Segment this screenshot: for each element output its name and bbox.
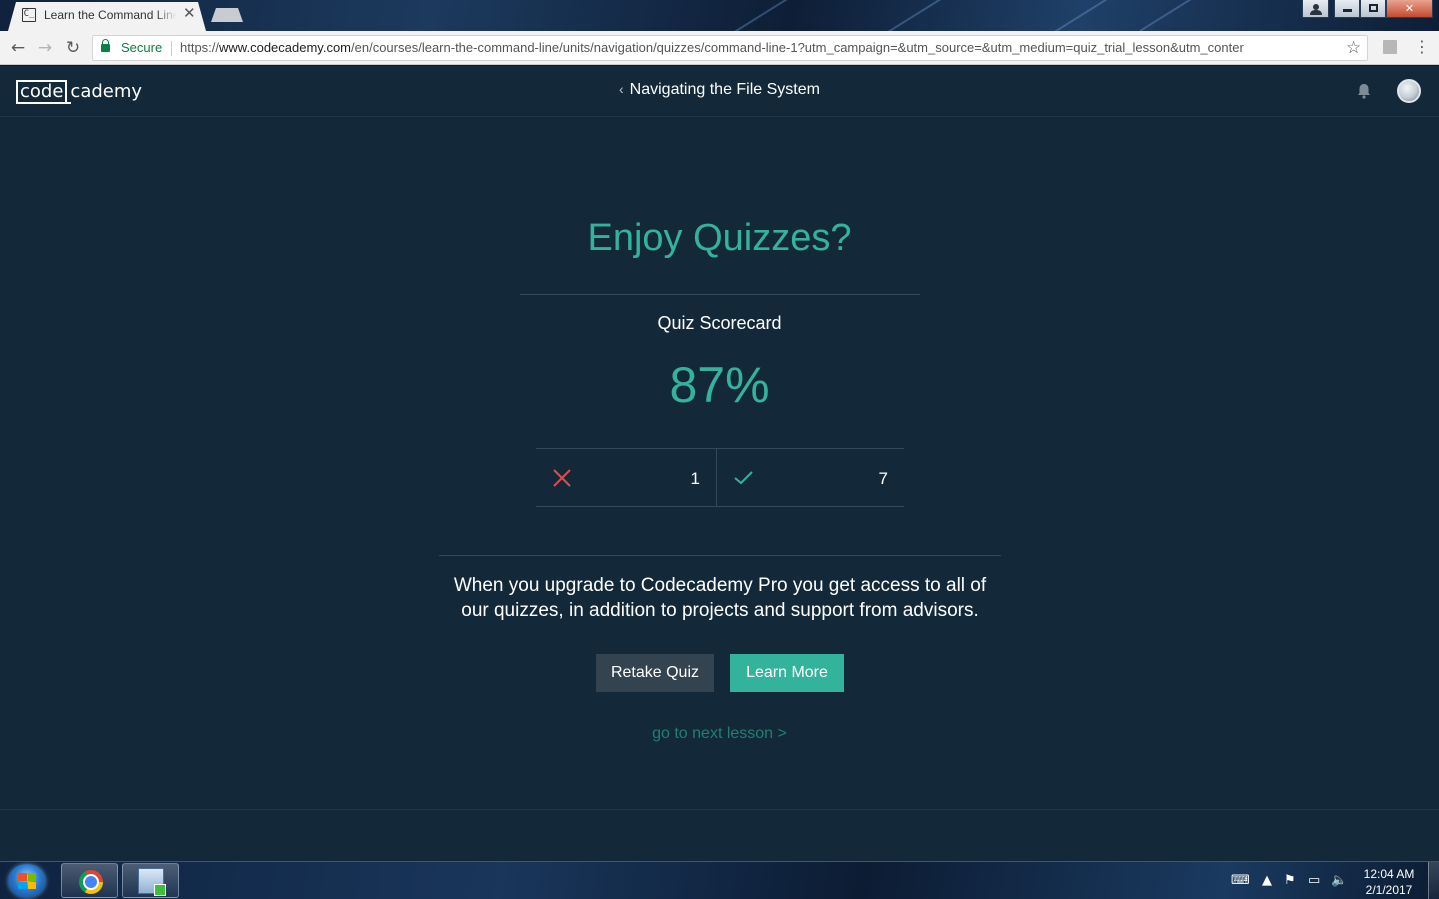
network-icon[interactable]: ▭ <box>1308 874 1320 888</box>
clock-time: 12:04 AM <box>1363 867 1415 881</box>
clock-date: 2/1/2017 <box>1365 883 1413 897</box>
chevron-left-icon: ‹ <box>619 81 624 97</box>
browser-titlebar: C_ Learn the Command Line ✕ ✕ <box>0 0 1439 31</box>
taskbar-app-button[interactable] <box>122 863 179 898</box>
lock-icon <box>101 39 110 52</box>
notification-bell-icon[interactable] <box>1357 83 1371 99</box>
back-button[interactable]: ← <box>7 37 29 59</box>
wrong-answers-cell: 1 <box>536 449 717 506</box>
system-clock[interactable]: 12:04 AM 2/1/2017 <box>1356 866 1422 898</box>
windows-taskbar: ⌨ ▲ ⚑ ▭ 🔈 12:04 AM 2/1/2017 <box>0 861 1439 899</box>
windows-logo-icon <box>18 873 36 889</box>
new-tab-button[interactable] <box>211 8 243 22</box>
wrong-answers-count: 1 <box>690 469 700 488</box>
breadcrumb-title: Navigating the File System <box>629 81 820 98</box>
close-icon: ✕ <box>1404 2 1415 15</box>
arrow-left-icon: ← <box>10 38 26 58</box>
browser-toolbar: ← → ↻ Secure https://www.codecademy.com/… <box>0 31 1439 65</box>
quiz-result-panel: Enjoy Quizzes? Quiz Scorecard 87% 1 7 Wh… <box>0 117 1439 809</box>
forward-button[interactable]: → <box>34 37 56 59</box>
minimize-button[interactable] <box>1334 0 1360 18</box>
remote-app-icon <box>138 868 166 896</box>
user-profile-button[interactable] <box>1302 0 1329 18</box>
correct-answers-count: 7 <box>878 469 888 488</box>
correct-answers-cell: 7 <box>718 449 904 506</box>
minimize-icon <box>1342 9 1352 12</box>
user-icon <box>1309 4 1322 15</box>
codecademy-favicon-icon: C_ <box>22 8 36 22</box>
lesson-breadcrumb[interactable]: ‹ Navigating the File System <box>0 81 1439 99</box>
keyboard-icon[interactable]: ⌨ <box>1231 874 1250 888</box>
action-center-flag-icon[interactable]: ⚑ <box>1284 874 1296 888</box>
url-host: www.codecademy.com <box>219 40 352 55</box>
check-mark-icon <box>734 471 753 485</box>
browser-menu-icon[interactable]: ⋮ <box>1414 37 1430 57</box>
page-footer-band <box>0 809 1439 861</box>
extension-icon[interactable] <box>1383 40 1397 54</box>
x-mark-icon <box>553 469 571 487</box>
site-header: code cademy ‹ Navigating the File System <box>0 66 1439 117</box>
url-path: /en/courses/learn-the-command-line/units… <box>351 40 1244 55</box>
divider <box>520 294 920 295</box>
restore-button[interactable] <box>1360 0 1386 18</box>
tab-close-icon[interactable]: ✕ <box>183 5 196 23</box>
divider <box>439 555 1001 556</box>
score-percentage: 87% <box>669 357 770 413</box>
reload-icon: ↻ <box>65 38 81 58</box>
user-avatar[interactable] <box>1397 79 1421 103</box>
pro-upsell-text: When you upgrade to Codecademy Pro you g… <box>453 575 987 621</box>
restore-icon <box>1368 4 1378 12</box>
quiz-heading: Enjoy Quizzes? <box>587 217 852 259</box>
bookmark-star-icon[interactable]: ☆ <box>1346 37 1361 59</box>
url-divider <box>171 41 172 56</box>
taskbar-chrome-button[interactable] <box>61 863 118 898</box>
show-desktop-button[interactable] <box>1428 862 1439 899</box>
arrow-right-icon: → <box>37 38 53 58</box>
url-text[interactable]: https://www.codecademy.com/en/courses/le… <box>180 40 1343 55</box>
reload-button[interactable]: ↻ <box>62 37 84 59</box>
start-button[interactable] <box>8 864 46 898</box>
close-window-button[interactable]: ✕ <box>1386 0 1433 18</box>
chrome-icon <box>79 870 103 894</box>
next-lesson-link[interactable]: go to next lesson > <box>0 725 1439 743</box>
volume-icon[interactable]: 🔈 <box>1331 874 1347 888</box>
url-scheme: https:// <box>180 40 220 55</box>
address-bar[interactable]: Secure https://www.codecademy.com/en/cou… <box>92 35 1368 61</box>
show-hidden-icons-icon[interactable]: ▲ <box>1262 874 1272 888</box>
secure-label: Secure <box>121 40 163 55</box>
browser-tab-title: Learn the Command Line <box>44 8 176 22</box>
learn-more-button[interactable]: Learn More <box>730 654 844 692</box>
scorecard-label: Quiz Scorecard <box>657 313 782 333</box>
score-tally: 1 7 <box>536 448 904 507</box>
retake-quiz-button[interactable]: Retake Quiz <box>596 654 714 692</box>
